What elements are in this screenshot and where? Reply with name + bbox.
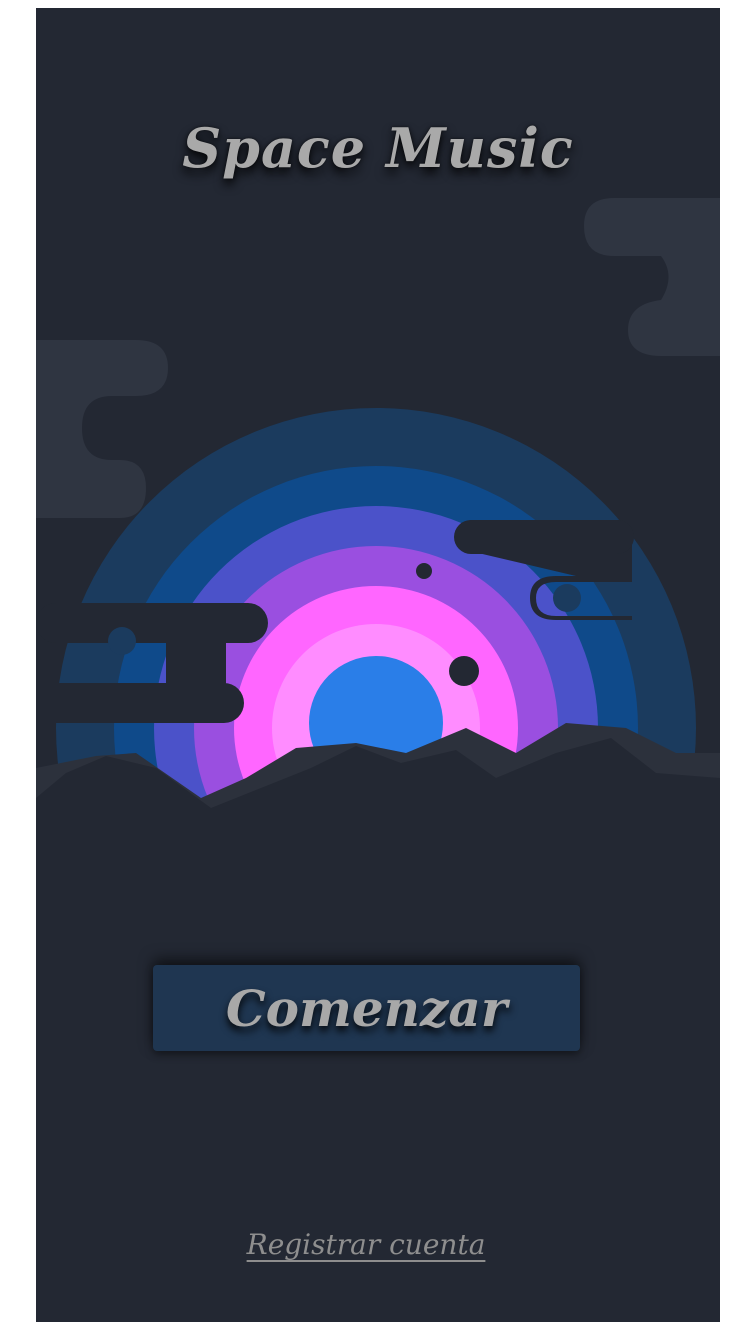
start-button[interactable]: Comenzar xyxy=(153,965,580,1051)
moon-dot-4 xyxy=(553,584,581,612)
dark-cloud-bar-left-3 xyxy=(166,643,226,685)
dark-cloud-bar-left-2 xyxy=(36,683,244,723)
planet-sunset-illustration xyxy=(36,198,720,1322)
cloud-shape-right xyxy=(584,198,720,356)
dark-cloud-bar-left-1 xyxy=(36,603,268,643)
start-button-label: Comenzar xyxy=(225,978,508,1038)
app-title: Space Music xyxy=(182,116,574,180)
register-account-link[interactable]: Registrar cuenta xyxy=(36,1228,696,1261)
moon-dot-2 xyxy=(449,656,479,686)
moon-dot-1 xyxy=(416,563,432,579)
dark-cloud-bar-right xyxy=(454,520,634,554)
welcome-screen: Space Music Comenzar Registrar cuenta xyxy=(36,8,720,1322)
moon-dot-3 xyxy=(108,627,136,655)
cloud-shape-left xyxy=(36,340,168,518)
